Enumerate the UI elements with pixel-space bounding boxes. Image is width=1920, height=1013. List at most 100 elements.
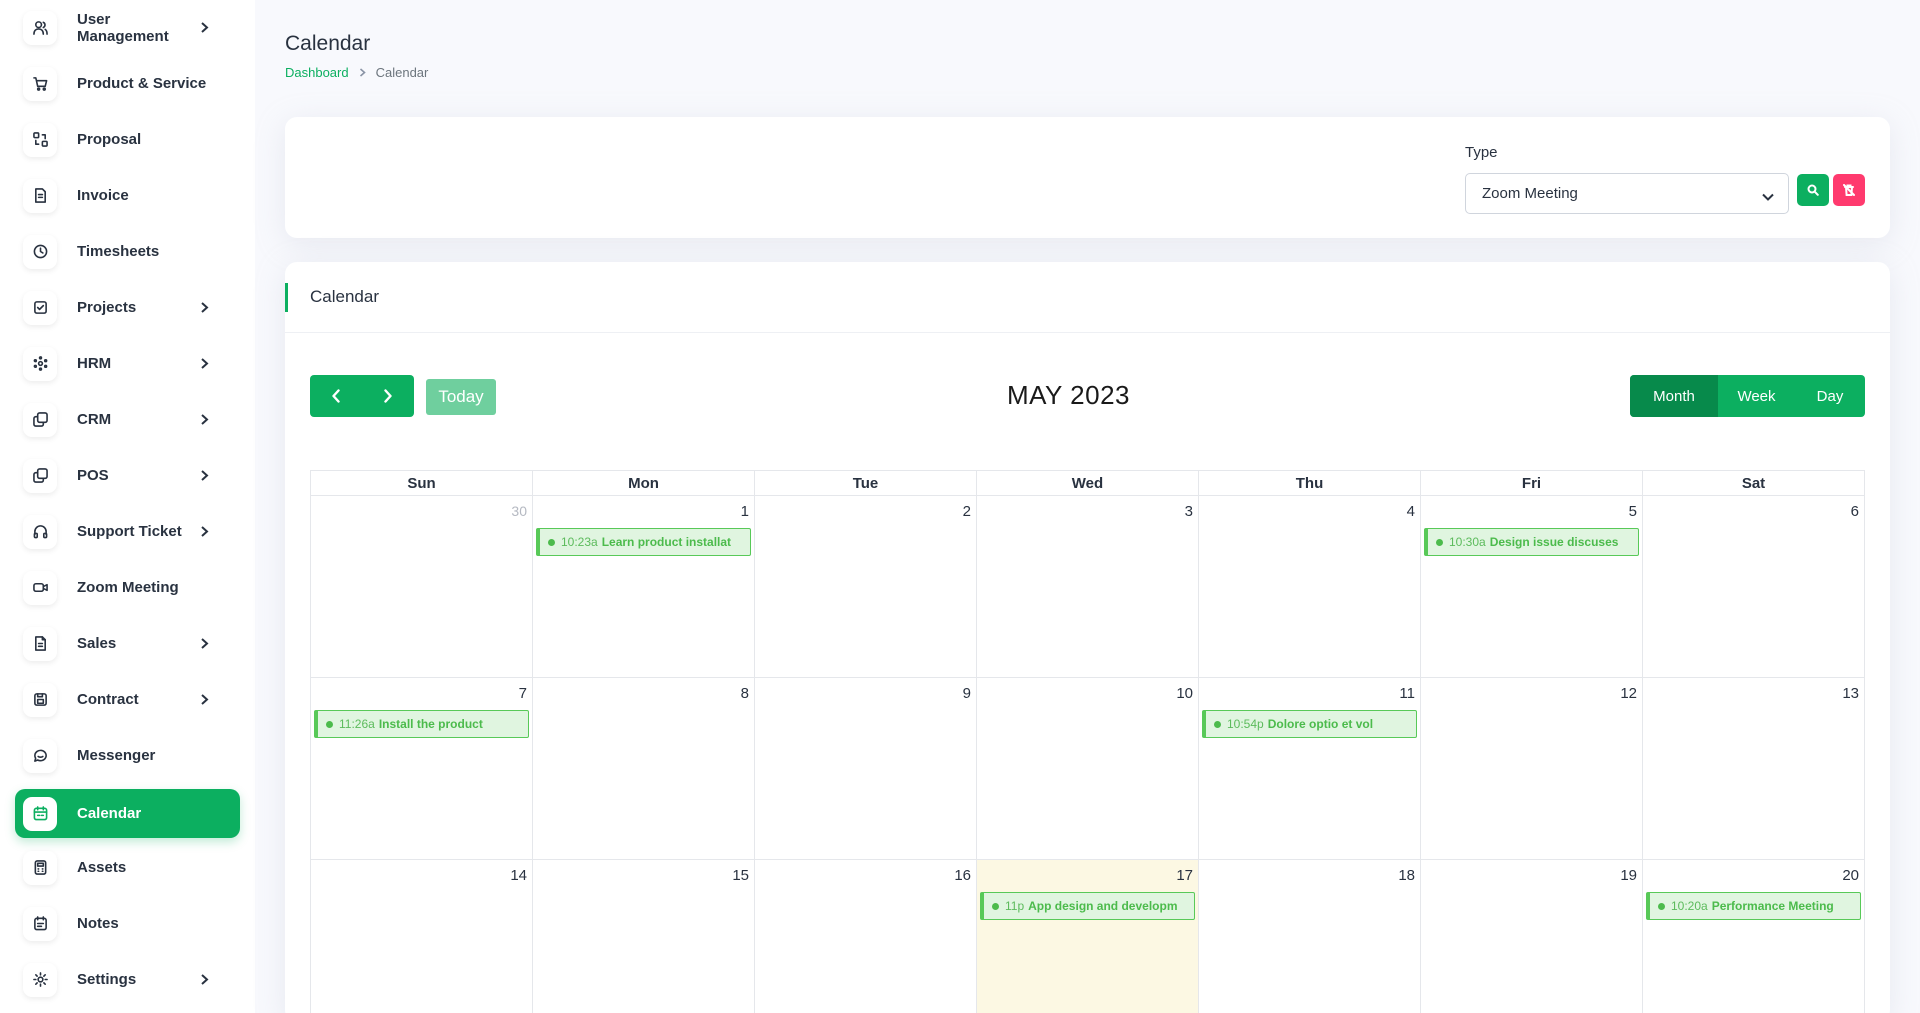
calendar-event[interactable]: 10:20a Performance Meeting bbox=[1646, 892, 1861, 920]
reset-filter-button[interactable] bbox=[1833, 174, 1865, 206]
calendar-icon bbox=[23, 796, 57, 831]
day-number[interactable]: 20 bbox=[1842, 867, 1859, 884]
chevron-right-icon bbox=[200, 414, 210, 425]
day-cell[interactable]: 30 bbox=[311, 496, 533, 677]
card-title-accent bbox=[285, 283, 288, 312]
sidebar-item-timesheets[interactable]: Timesheets bbox=[15, 227, 240, 276]
sidebar-item-settings[interactable]: Settings bbox=[15, 955, 240, 1004]
event-title: App design and developm bbox=[1028, 899, 1178, 913]
day-number[interactable]: 6 bbox=[1851, 503, 1859, 520]
day-cell[interactable]: 16 bbox=[755, 860, 977, 1013]
event-time: 11p bbox=[1005, 899, 1025, 913]
day-number[interactable]: 8 bbox=[741, 685, 749, 702]
event-time: 11:26a bbox=[339, 717, 375, 731]
checklist-icon bbox=[23, 290, 57, 325]
day-number[interactable]: 9 bbox=[963, 685, 971, 702]
day-cell[interactable]: 11 10:54p Dolore optio et vol bbox=[1199, 678, 1421, 859]
day-cell[interactable]: 8 bbox=[533, 678, 755, 859]
chat-icon bbox=[23, 738, 57, 773]
sidebar-item-proposal[interactable]: Proposal bbox=[15, 115, 240, 164]
calendar-event[interactable]: 10:54p Dolore optio et vol bbox=[1202, 710, 1417, 738]
day-number[interactable]: 7 bbox=[519, 685, 527, 702]
weekday-fri: Fri bbox=[1421, 471, 1643, 495]
day-cell[interactable]: 10 bbox=[977, 678, 1199, 859]
day-number[interactable]: 15 bbox=[732, 867, 749, 884]
day-number[interactable]: 14 bbox=[510, 867, 527, 884]
sidebar-item-contract[interactable]: Contract bbox=[15, 675, 240, 724]
day-number[interactable]: 12 bbox=[1620, 685, 1637, 702]
day-number[interactable]: 13 bbox=[1842, 685, 1859, 702]
day-number[interactable]: 4 bbox=[1407, 503, 1415, 520]
breadcrumb-dashboard-link[interactable]: Dashboard bbox=[285, 65, 349, 80]
calendar-event[interactable]: 10:23a Learn product installat bbox=[536, 528, 751, 556]
view-month-button[interactable]: Month bbox=[1630, 375, 1718, 417]
sidebar-item-label: Product & Service bbox=[77, 75, 207, 92]
day-cell[interactable]: 7 11:26a Install the product bbox=[311, 678, 533, 859]
day-cell[interactable]: 12 bbox=[1421, 678, 1643, 859]
day-cell[interactable]: 9 bbox=[755, 678, 977, 859]
day-cell[interactable]: 15 bbox=[533, 860, 755, 1013]
event-time: 10:20a bbox=[1671, 899, 1708, 913]
day-number[interactable]: 10 bbox=[1176, 685, 1193, 702]
cart-icon bbox=[23, 66, 57, 101]
day-number[interactable]: 3 bbox=[1185, 503, 1193, 520]
sidebar-item-support-ticket[interactable]: Support Ticket bbox=[15, 507, 240, 556]
sidebar-item-label: Sales bbox=[77, 635, 117, 652]
week-row: 7 11:26a Install the product 8 9 10 11 10:54p Do… bbox=[310, 678, 1865, 860]
day-cell[interactable]: 17 11p App design and developm bbox=[977, 860, 1199, 1013]
sidebar-item-label: Calendar bbox=[77, 805, 142, 822]
calendar-event[interactable]: 11:26a Install the product bbox=[314, 710, 529, 738]
day-number[interactable]: 18 bbox=[1398, 867, 1415, 884]
sidebar-item-user-management[interactable]: User Management bbox=[15, 3, 240, 52]
sidebar-item-calendar[interactable]: Calendar bbox=[15, 789, 240, 838]
event-dot-icon bbox=[992, 902, 999, 910]
day-number[interactable]: 11 bbox=[1399, 685, 1415, 702]
proposal-icon bbox=[23, 122, 57, 157]
chevron-right-icon bbox=[359, 68, 366, 77]
sidebar-item-label: Notes bbox=[77, 915, 119, 932]
day-cell[interactable]: 1 10:23a Learn product installat bbox=[533, 496, 755, 677]
calendar-event[interactable]: 11p App design and developm bbox=[980, 892, 1195, 920]
sidebar-item-pos[interactable]: POS bbox=[15, 451, 240, 500]
sidebar-item-sales[interactable]: Sales bbox=[15, 619, 240, 668]
sidebar-item-invoice[interactable]: Invoice bbox=[15, 171, 240, 220]
view-week-button[interactable]: Week bbox=[1718, 375, 1795, 417]
day-cell[interactable]: 5 10:30a Design issue discuses bbox=[1421, 496, 1643, 677]
sidebar-item-assets[interactable]: Assets bbox=[15, 843, 240, 892]
day-number[interactable]: 16 bbox=[954, 867, 971, 884]
calendar-event[interactable]: 10:30a Design issue discuses bbox=[1424, 528, 1639, 556]
day-cell[interactable]: 4 bbox=[1199, 496, 1421, 677]
search-icon bbox=[1807, 184, 1819, 196]
layers-icon bbox=[23, 458, 57, 493]
sidebar-item-label: CRM bbox=[77, 411, 112, 428]
day-cell[interactable]: 2 bbox=[755, 496, 977, 677]
day-number[interactable]: 30 bbox=[511, 503, 527, 519]
search-button[interactable] bbox=[1797, 174, 1829, 206]
day-cell[interactable]: 19 bbox=[1421, 860, 1643, 1013]
event-dot-icon bbox=[548, 538, 555, 546]
day-number[interactable]: 2 bbox=[963, 503, 971, 520]
sidebar: User Management Product & Service Proposal… bbox=[0, 0, 255, 1013]
day-cell[interactable]: 20 10:20a Performance Meeting bbox=[1643, 860, 1865, 1013]
day-number[interactable]: 5 bbox=[1629, 503, 1637, 520]
day-cell[interactable]: 6 bbox=[1643, 496, 1865, 677]
hrm-icon bbox=[23, 346, 57, 381]
sidebar-item-projects[interactable]: Projects bbox=[15, 283, 240, 332]
day-number[interactable]: 17 bbox=[1176, 867, 1193, 884]
sidebar-item-messenger[interactable]: Messenger bbox=[15, 731, 240, 780]
day-cell[interactable]: 14 bbox=[311, 860, 533, 1013]
day-number[interactable]: 19 bbox=[1620, 867, 1637, 884]
event-dot-icon bbox=[1436, 538, 1443, 546]
sidebar-item-zoom-meeting[interactable]: Zoom Meeting bbox=[15, 563, 240, 612]
day-cell[interactable]: 3 bbox=[977, 496, 1199, 677]
view-day-button[interactable]: Day bbox=[1795, 375, 1865, 417]
day-cell[interactable]: 18 bbox=[1199, 860, 1421, 1013]
sidebar-item-notes[interactable]: Notes bbox=[15, 899, 240, 948]
sidebar-item-product-service[interactable]: Product & Service bbox=[15, 59, 240, 108]
day-cell[interactable]: 13 bbox=[1643, 678, 1865, 859]
type-select[interactable]: Zoom Meeting bbox=[1465, 173, 1789, 214]
day-number[interactable]: 1 bbox=[741, 503, 749, 520]
weekday-header: Sun Mon Tue Wed Thu Fri Sat bbox=[310, 470, 1865, 496]
chevron-right-icon bbox=[200, 22, 210, 33]
users-icon bbox=[23, 10, 57, 45]
